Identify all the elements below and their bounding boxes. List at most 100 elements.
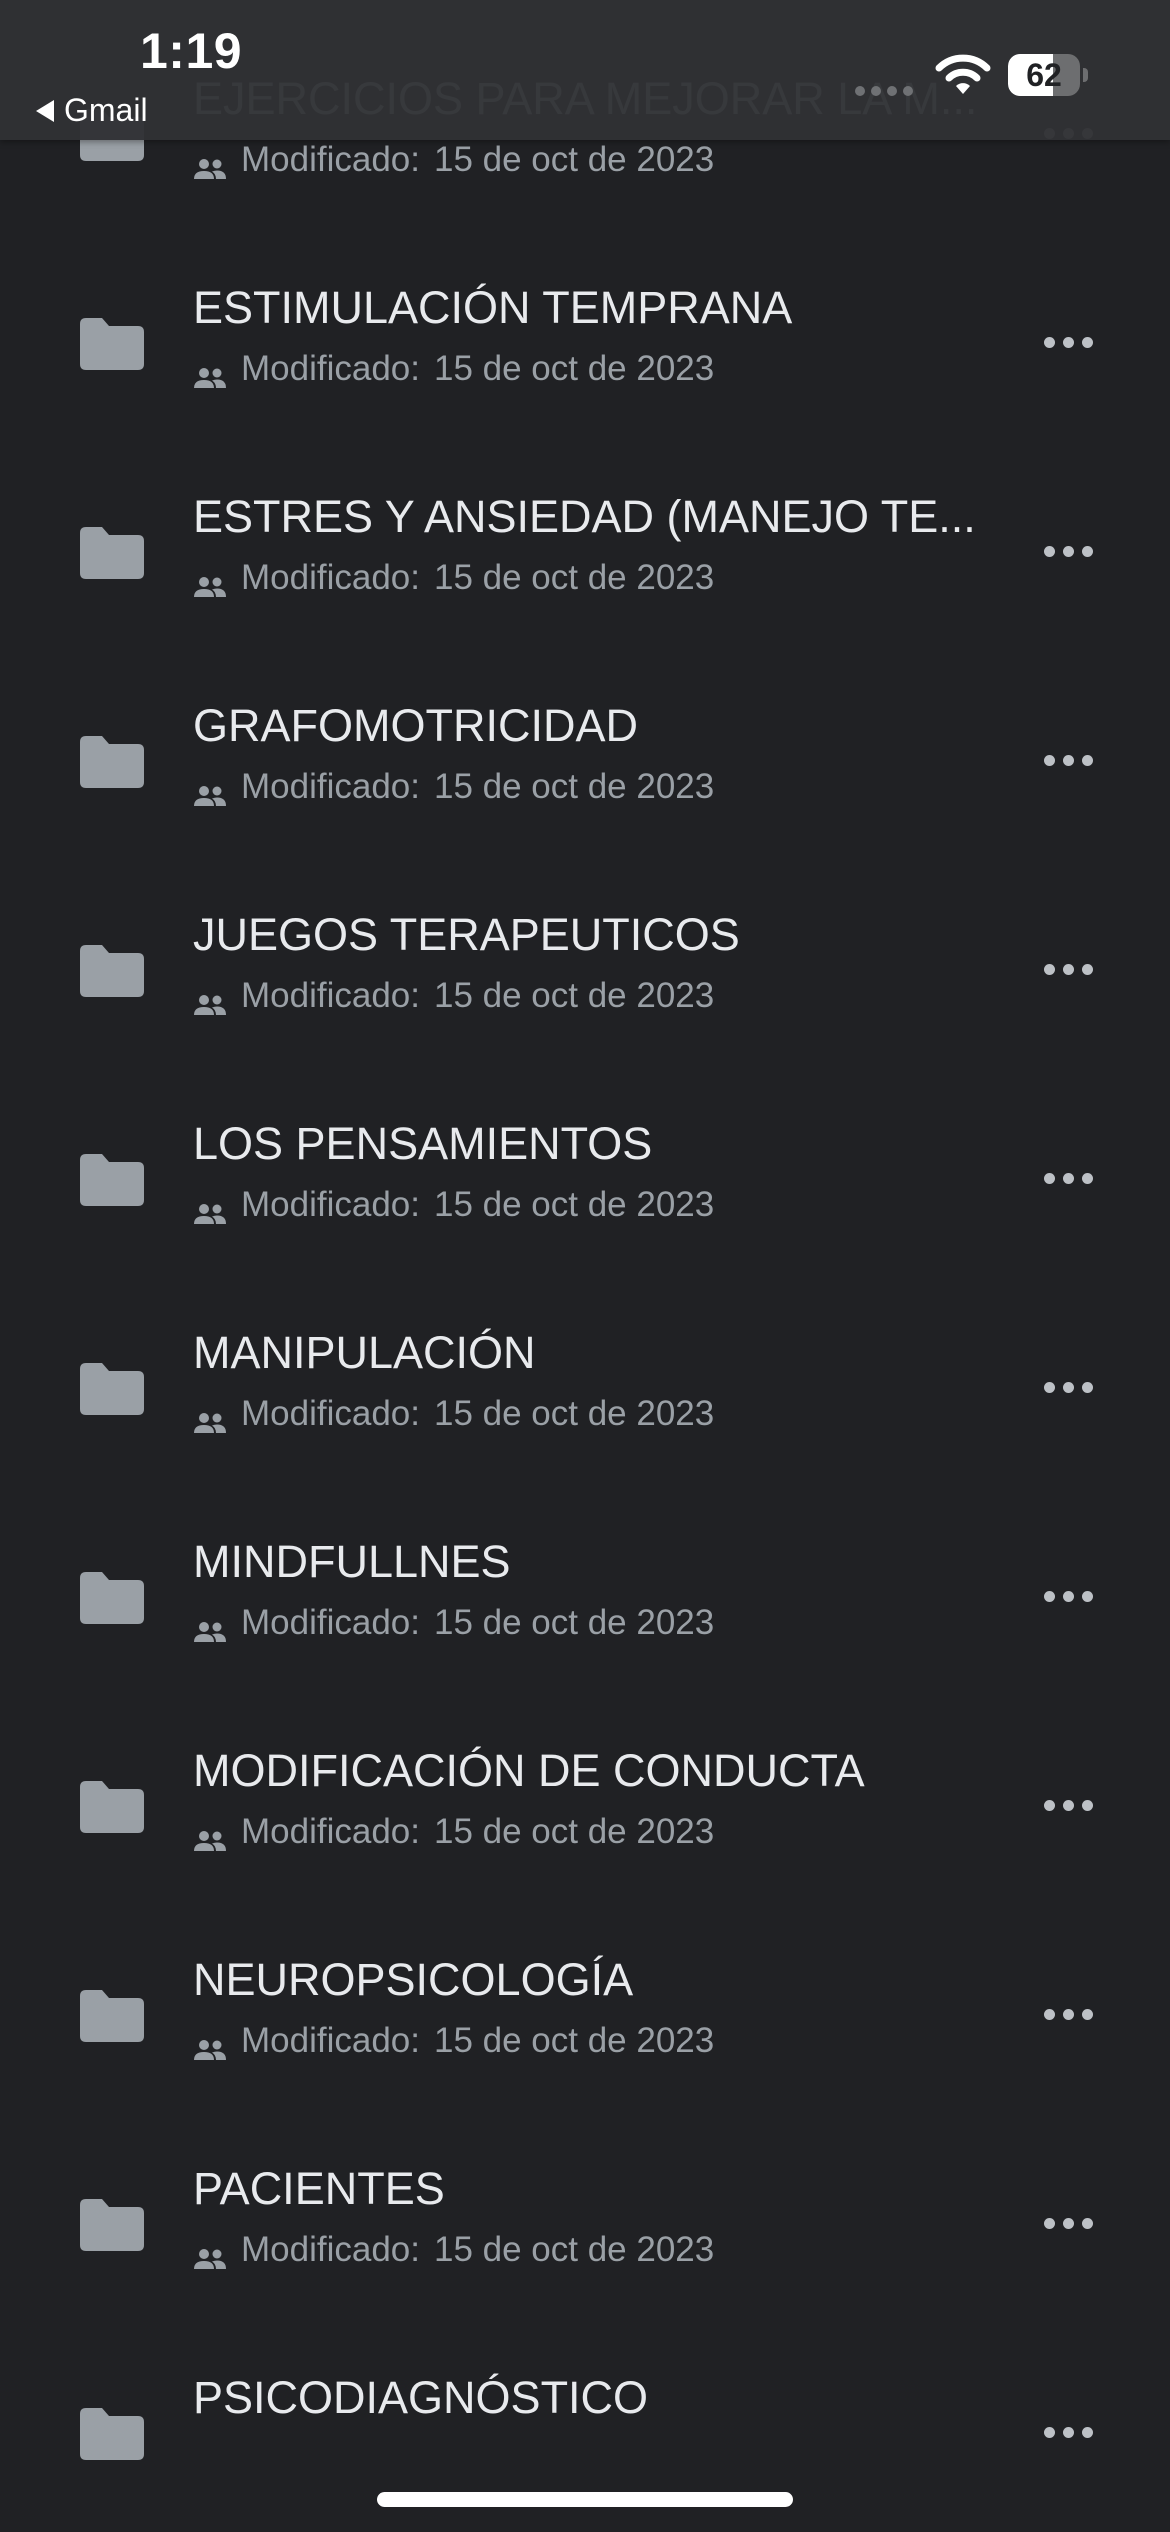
shared-icon bbox=[193, 776, 227, 806]
folder-modified: Modificado: 15 de oct de 2023 bbox=[193, 2021, 714, 2061]
modified-prefix: Modificado: bbox=[241, 558, 420, 597]
shared-icon bbox=[193, 1403, 227, 1433]
modified-prefix: Modificado: bbox=[241, 2230, 420, 2269]
more-options-button[interactable] bbox=[1030, 1777, 1106, 1833]
folder-icon bbox=[80, 1781, 144, 1833]
folder-name: JUEGOS TERAPEUTICOS bbox=[193, 909, 740, 960]
shared-icon bbox=[193, 985, 227, 1015]
folder-name: MANIPULACIÓN bbox=[193, 1327, 536, 1378]
folder-icon bbox=[80, 945, 144, 997]
modified-prefix: Modificado: bbox=[241, 1603, 420, 1642]
folder-row[interactable]: MINDFULLNES Modificado: 15 de oct de 2023 bbox=[0, 1472, 1170, 1681]
shared-icon bbox=[193, 2239, 227, 2269]
modified-date: 15 de oct de 2023 bbox=[433, 2021, 715, 2060]
folder-name: ESTIMULACIÓN TEMPRANA bbox=[193, 282, 793, 333]
folder-row[interactable]: LOS PENSAMIENTOS Modificado: 15 de oct de … bbox=[0, 1054, 1170, 1263]
modified-prefix: Modificado: bbox=[241, 2021, 420, 2060]
more-icon bbox=[1043, 2008, 1055, 2020]
modified-date: 15 de oct de 2023 bbox=[433, 767, 715, 806]
modified-prefix: Modificado: bbox=[241, 976, 420, 1015]
shared-icon bbox=[193, 1194, 227, 1224]
folder-name: ESTRES Y ANSIEDAD (MANEJO TE... bbox=[193, 491, 976, 542]
more-icon bbox=[1043, 545, 1055, 557]
folder-modified: Modificado: 15 de oct de 2023 bbox=[193, 767, 714, 807]
folder-modified: Modificado: 15 de oct de 2023 bbox=[193, 558, 714, 598]
modified-date: 15 de oct de 2023 bbox=[433, 1812, 715, 1851]
folder-row[interactable]: NEUROPSICOLOGÍA Modificado: 15 de oct de 2… bbox=[0, 1890, 1170, 2099]
modified-prefix: Modificado: bbox=[241, 1185, 420, 1224]
folder-row[interactable]: GRAFOMOTRICIDAD Modificado: 15 de oct de 2… bbox=[0, 636, 1170, 845]
home-indicator[interactable] bbox=[377, 2492, 793, 2507]
folder-row[interactable]: ESTRES Y ANSIEDAD (MANEJO TE... Modificad… bbox=[0, 427, 1170, 636]
back-label: Gmail bbox=[64, 92, 148, 128]
shared-icon bbox=[193, 567, 227, 597]
more-options-button[interactable] bbox=[1030, 523, 1106, 579]
folder-name: GRAFOMOTRICIDAD bbox=[193, 700, 638, 751]
more-icon bbox=[1043, 336, 1055, 348]
folder-row[interactable]: PACIENTES Modificado: 15 de oct de 2023 bbox=[0, 2099, 1170, 2308]
folder-icon bbox=[80, 2199, 144, 2251]
more-options-button[interactable] bbox=[1030, 2404, 1106, 2460]
folder-modified: Modificado: 15 de oct de 2023 bbox=[193, 1394, 714, 1434]
more-options-button[interactable] bbox=[1030, 1359, 1106, 1415]
folder-modified: Modificado: 15 de oct de 2023 bbox=[193, 140, 714, 180]
folder-modified: Modificado: 15 de oct de 2023 bbox=[193, 1812, 714, 1852]
folder-modified: Modificado: 15 de oct de 2023 bbox=[193, 976, 714, 1016]
modified-date: 15 de oct de 2023 bbox=[433, 1185, 715, 1224]
wifi-icon bbox=[935, 54, 991, 94]
folder-icon bbox=[80, 527, 144, 579]
shared-icon bbox=[193, 1821, 227, 1851]
shared-icon bbox=[193, 1612, 227, 1642]
folder-list: Modificado:15 de oct de 2023EJERCICIOS P… bbox=[0, 0, 1170, 2517]
more-icon bbox=[1043, 963, 1055, 975]
more-options-button[interactable] bbox=[1030, 314, 1106, 370]
modified-date: 15 de oct de 2023 bbox=[433, 558, 715, 597]
more-icon bbox=[1043, 754, 1055, 766]
folder-row[interactable]: MANIPULACIÓN Modificado: 15 de oct de 2023 bbox=[0, 1263, 1170, 1472]
folder-name: MINDFULLNES bbox=[193, 1536, 511, 1587]
status-bar: 1:19 Gmail 62 bbox=[0, 0, 1170, 140]
folder-icon bbox=[80, 318, 144, 370]
modified-prefix: Modificado: bbox=[241, 767, 420, 806]
folder-modified: Modificado: 15 de oct de 2023 bbox=[193, 2230, 714, 2270]
modified-date: 15 de oct de 2023 bbox=[433, 976, 715, 1015]
modified-prefix: Modificado: bbox=[241, 140, 420, 179]
folder-icon bbox=[80, 2408, 144, 2460]
folder-modified: Modificado: 15 de oct de 2023 bbox=[193, 349, 714, 389]
more-icon bbox=[1043, 1172, 1055, 1184]
modified-date: 15 de oct de 2023 bbox=[433, 2230, 715, 2269]
folder-row[interactable]: ESTIMULACIÓN TEMPRANA Modificado: 15 de oc… bbox=[0, 218, 1170, 427]
more-options-button[interactable] bbox=[1030, 941, 1106, 997]
folder-modified: Modificado: 15 de oct de 2023 bbox=[193, 1185, 714, 1225]
folder-name: PSICODIAGNÓSTICO bbox=[193, 2372, 649, 2423]
more-icon bbox=[1043, 1381, 1055, 1393]
modified-prefix: Modificado: bbox=[241, 349, 420, 388]
folder-row[interactable]: PSICODIAGNÓSTICO bbox=[0, 2308, 1170, 2517]
modified-prefix: Modificado: bbox=[241, 1394, 420, 1433]
modified-date: 15 de oct de 2023 bbox=[433, 140, 715, 179]
folder-name: PACIENTES bbox=[193, 2163, 445, 2214]
more-options-button[interactable] bbox=[1030, 1568, 1106, 1624]
more-icon bbox=[1043, 1590, 1055, 1602]
folder-row[interactable]: JUEGOS TERAPEUTICOS Modificado: 15 de oct … bbox=[0, 845, 1170, 1054]
more-icon bbox=[1043, 2426, 1055, 2438]
more-options-button[interactable] bbox=[1030, 1986, 1106, 2042]
folder-name: MODIFICACIÓN DE CONDUCTA bbox=[193, 1745, 865, 1796]
shared-icon bbox=[193, 2030, 227, 2060]
more-options-button[interactable] bbox=[1030, 2195, 1106, 2251]
modified-date: 15 de oct de 2023 bbox=[433, 1394, 715, 1433]
folder-name: LOS PENSAMIENTOS bbox=[193, 1118, 653, 1169]
more-options-button[interactable] bbox=[1030, 1150, 1106, 1206]
modified-date: 15 de oct de 2023 bbox=[433, 349, 715, 388]
modified-prefix: Modificado: bbox=[241, 1812, 420, 1851]
battery-level: 62 bbox=[1026, 57, 1062, 93]
more-options-button[interactable] bbox=[1030, 732, 1106, 788]
folder-row[interactable]: MODIFICACIÓN DE CONDUCTA Modificado: 15 de… bbox=[0, 1681, 1170, 1890]
status-time: 1:19 bbox=[140, 23, 243, 79]
folder-icon bbox=[80, 736, 144, 788]
modified-date: 15 de oct de 2023 bbox=[433, 1603, 715, 1642]
back-to-gmail-button[interactable]: Gmail bbox=[36, 92, 148, 129]
folder-icon bbox=[80, 1363, 144, 1415]
shared-icon bbox=[193, 358, 227, 388]
cellular-signal-icon bbox=[855, 86, 913, 96]
